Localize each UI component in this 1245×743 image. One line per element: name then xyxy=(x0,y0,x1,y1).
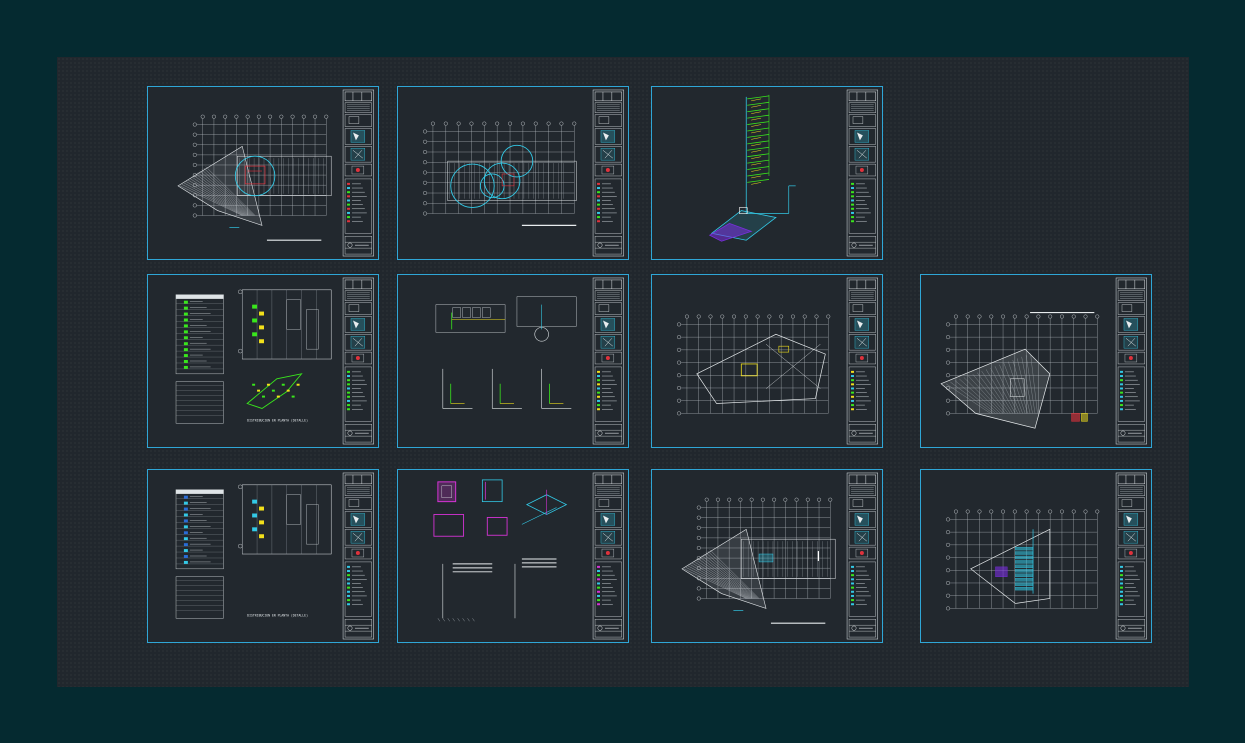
sheet-site-plan-filled[interactable] xyxy=(920,274,1152,448)
sheet-floor-plan-grid-blue-drawing xyxy=(681,472,879,640)
sheet-riser-isometric[interactable] xyxy=(651,86,883,260)
sheet-site-plan-outline-drawing xyxy=(677,277,879,445)
sheet-section-details-drawing xyxy=(435,277,625,445)
sheet-floor-plan-grid-red[interactable] xyxy=(147,86,379,260)
sheet-floor-plan-grid-red-drawing xyxy=(177,89,375,257)
sheet-site-plan-filled-drawing xyxy=(940,277,1148,445)
sheet-section-details[interactable] xyxy=(397,274,629,448)
sheet-floor-plan-circles-drawing xyxy=(423,89,625,257)
sheet-detail-table-green[interactable]: DISTRIBUCION EN PLANTA (DETALLE) xyxy=(147,274,379,448)
sheet-site-plan-outline[interactable] xyxy=(651,274,883,448)
sheet-floor-plan-circles[interactable] xyxy=(397,86,629,260)
sheet-caption: DISTRIBUCION EN PLANTA (DETALLE) xyxy=(247,613,308,617)
sheet-detail-table-blue-drawing: DISTRIBUCION EN PLANTA (DETALLE) xyxy=(175,472,375,640)
cad-model-space[interactable]: DISTRIBUCION EN PLANTA (DETALLE) DISTRIB… xyxy=(57,57,1189,687)
sheet-riser-isometric-drawing xyxy=(708,89,879,257)
sheet-detail-table-green-drawing: DISTRIBUCION EN PLANTA (DETALLE) xyxy=(175,277,375,445)
sheet-floor-plan-grid-blue[interactable] xyxy=(651,469,883,643)
sheet-caption: DISTRIBUCION EN PLANTA (DETALLE) xyxy=(247,418,308,422)
sheet-magenta-details-drawing xyxy=(433,472,625,640)
sheet-site-plan-stairs-drawing xyxy=(946,472,1148,640)
sheet-magenta-details[interactable] xyxy=(397,469,629,643)
sheet-detail-table-blue[interactable]: DISTRIBUCION EN PLANTA (DETALLE) xyxy=(147,469,379,643)
sheet-site-plan-stairs[interactable] xyxy=(920,469,1152,643)
